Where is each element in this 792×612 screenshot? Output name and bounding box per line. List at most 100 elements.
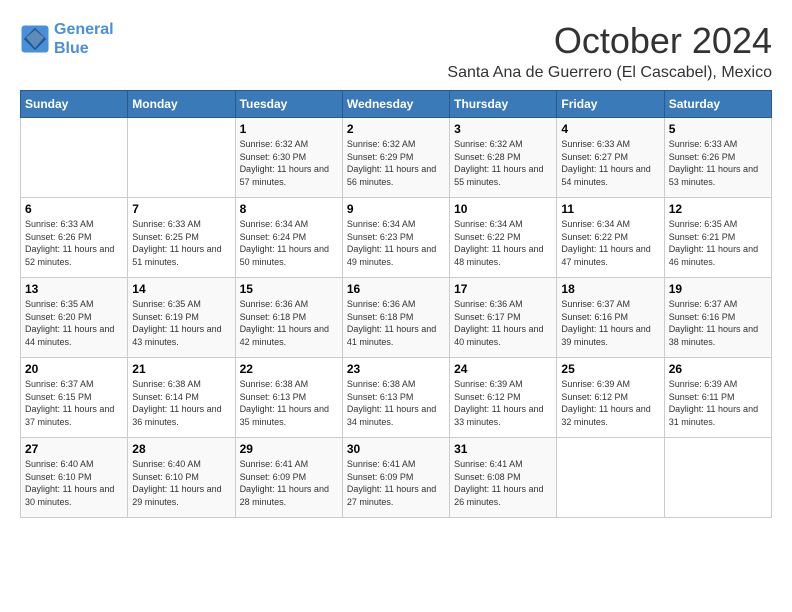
calendar-cell: 24 Sunrise: 6:39 AM Sunset: 6:12 PM Dayli… xyxy=(450,358,557,438)
day-number: 21 xyxy=(132,362,230,376)
day-info: Sunrise: 6:41 AM Sunset: 6:09 PM Dayligh… xyxy=(240,458,338,508)
day-number: 14 xyxy=(132,282,230,296)
day-number: 7 xyxy=(132,202,230,216)
logo-icon xyxy=(20,24,50,54)
calendar-cell xyxy=(557,438,664,518)
calendar-cell: 17 Sunrise: 6:36 AM Sunset: 6:17 PM Dayli… xyxy=(450,278,557,358)
day-info: Sunrise: 6:32 AM Sunset: 6:30 PM Dayligh… xyxy=(240,138,338,188)
calendar-cell: 21 Sunrise: 6:38 AM Sunset: 6:14 PM Dayli… xyxy=(128,358,235,438)
day-number: 30 xyxy=(347,442,445,456)
location-title: Santa Ana de Guerrero (El Cascabel), Mex… xyxy=(447,64,772,82)
day-number: 24 xyxy=(454,362,552,376)
day-number: 27 xyxy=(25,442,123,456)
calendar-cell: 22 Sunrise: 6:38 AM Sunset: 6:13 PM Dayli… xyxy=(235,358,342,438)
calendar-table: SundayMondayTuesdayWednesdayThursdayFrid… xyxy=(20,90,772,518)
day-info: Sunrise: 6:33 AM Sunset: 6:25 PM Dayligh… xyxy=(132,218,230,268)
day-number: 22 xyxy=(240,362,338,376)
day-info: Sunrise: 6:40 AM Sunset: 6:10 PM Dayligh… xyxy=(25,458,123,508)
day-info: Sunrise: 6:41 AM Sunset: 6:08 PM Dayligh… xyxy=(454,458,552,508)
calendar-week-4: 20 Sunrise: 6:37 AM Sunset: 6:15 PM Dayli… xyxy=(21,358,772,438)
day-number: 1 xyxy=(240,122,338,136)
calendar-week-5: 27 Sunrise: 6:40 AM Sunset: 6:10 PM Dayli… xyxy=(21,438,772,518)
day-info: Sunrise: 6:33 AM Sunset: 6:26 PM Dayligh… xyxy=(25,218,123,268)
calendar-cell: 10 Sunrise: 6:34 AM Sunset: 6:22 PM Dayli… xyxy=(450,198,557,278)
calendar-cell xyxy=(128,118,235,198)
header-day-monday: Monday xyxy=(128,91,235,118)
calendar-cell: 14 Sunrise: 6:35 AM Sunset: 6:19 PM Dayli… xyxy=(128,278,235,358)
logo: General Blue xyxy=(20,20,114,58)
calendar-cell: 11Sunrise: 6:34 AM Sunset: 6:22 PM Dayli… xyxy=(557,198,664,278)
calendar-week-3: 13Sunrise: 6:35 AM Sunset: 6:20 PM Dayli… xyxy=(21,278,772,358)
day-number: 10 xyxy=(454,202,552,216)
calendar-cell: 29 Sunrise: 6:41 AM Sunset: 6:09 PM Dayli… xyxy=(235,438,342,518)
day-number: 29 xyxy=(240,442,338,456)
day-number: 19 xyxy=(669,282,767,296)
title-section: October 2024 Santa Ana de Guerrero (El C… xyxy=(447,20,772,82)
day-info: Sunrise: 6:41 AM Sunset: 6:09 PM Dayligh… xyxy=(347,458,445,508)
calendar-cell: 23Sunrise: 6:38 AM Sunset: 6:13 PM Dayli… xyxy=(342,358,449,438)
day-info: Sunrise: 6:37 AM Sunset: 6:16 PM Dayligh… xyxy=(669,298,767,348)
day-number: 20 xyxy=(25,362,123,376)
calendar-cell: 5 Sunrise: 6:33 AM Sunset: 6:26 PM Daylig… xyxy=(664,118,771,198)
day-info: Sunrise: 6:40 AM Sunset: 6:10 PM Dayligh… xyxy=(132,458,230,508)
calendar-cell: 13Sunrise: 6:35 AM Sunset: 6:20 PM Dayli… xyxy=(21,278,128,358)
calendar-cell: 7 Sunrise: 6:33 AM Sunset: 6:25 PM Daylig… xyxy=(128,198,235,278)
calendar-cell: 31Sunrise: 6:41 AM Sunset: 6:08 PM Dayli… xyxy=(450,438,557,518)
day-info: Sunrise: 6:36 AM Sunset: 6:17 PM Dayligh… xyxy=(454,298,552,348)
header-day-thursday: Thursday xyxy=(450,91,557,118)
day-number: 5 xyxy=(669,122,767,136)
day-info: Sunrise: 6:37 AM Sunset: 6:15 PM Dayligh… xyxy=(25,378,123,428)
calendar-week-2: 6 Sunrise: 6:33 AM Sunset: 6:26 PM Daylig… xyxy=(21,198,772,278)
logo-text: General Blue xyxy=(54,20,114,58)
day-info: Sunrise: 6:34 AM Sunset: 6:22 PM Dayligh… xyxy=(561,218,659,268)
calendar-cell: 9Sunrise: 6:34 AM Sunset: 6:23 PM Daylig… xyxy=(342,198,449,278)
day-number: 9 xyxy=(347,202,445,216)
day-number: 15 xyxy=(240,282,338,296)
calendar-cell: 27 Sunrise: 6:40 AM Sunset: 6:10 PM Dayli… xyxy=(21,438,128,518)
header-day-wednesday: Wednesday xyxy=(342,91,449,118)
day-number: 8 xyxy=(240,202,338,216)
day-number: 4 xyxy=(561,122,659,136)
day-number: 6 xyxy=(25,202,123,216)
day-info: Sunrise: 6:38 AM Sunset: 6:13 PM Dayligh… xyxy=(240,378,338,428)
calendar-cell: 1 Sunrise: 6:32 AM Sunset: 6:30 PM Daylig… xyxy=(235,118,342,198)
calendar-cell: 16Sunrise: 6:36 AM Sunset: 6:18 PM Dayli… xyxy=(342,278,449,358)
day-number: 17 xyxy=(454,282,552,296)
day-info: Sunrise: 6:38 AM Sunset: 6:14 PM Dayligh… xyxy=(132,378,230,428)
day-info: Sunrise: 6:35 AM Sunset: 6:19 PM Dayligh… xyxy=(132,298,230,348)
header-day-tuesday: Tuesday xyxy=(235,91,342,118)
calendar-header-row: SundayMondayTuesdayWednesdayThursdayFrid… xyxy=(21,91,772,118)
day-info: Sunrise: 6:35 AM Sunset: 6:20 PM Dayligh… xyxy=(25,298,123,348)
calendar-cell: 26 Sunrise: 6:39 AM Sunset: 6:11 PM Dayli… xyxy=(664,358,771,438)
day-info: Sunrise: 6:39 AM Sunset: 6:12 PM Dayligh… xyxy=(561,378,659,428)
header-day-friday: Friday xyxy=(557,91,664,118)
calendar-cell xyxy=(664,438,771,518)
day-info: Sunrise: 6:33 AM Sunset: 6:26 PM Dayligh… xyxy=(669,138,767,188)
calendar-cell: 6 Sunrise: 6:33 AM Sunset: 6:26 PM Daylig… xyxy=(21,198,128,278)
calendar-cell: 28 Sunrise: 6:40 AM Sunset: 6:10 PM Dayli… xyxy=(128,438,235,518)
header-day-sunday: Sunday xyxy=(21,91,128,118)
day-number: 3 xyxy=(454,122,552,136)
day-info: Sunrise: 6:34 AM Sunset: 6:24 PM Dayligh… xyxy=(240,218,338,268)
calendar-cell: 20 Sunrise: 6:37 AM Sunset: 6:15 PM Dayli… xyxy=(21,358,128,438)
calendar-cell: 2Sunrise: 6:32 AM Sunset: 6:29 PM Daylig… xyxy=(342,118,449,198)
day-info: Sunrise: 6:39 AM Sunset: 6:11 PM Dayligh… xyxy=(669,378,767,428)
calendar-cell: 18Sunrise: 6:37 AM Sunset: 6:16 PM Dayli… xyxy=(557,278,664,358)
day-info: Sunrise: 6:39 AM Sunset: 6:12 PM Dayligh… xyxy=(454,378,552,428)
day-number: 2 xyxy=(347,122,445,136)
day-number: 26 xyxy=(669,362,767,376)
day-number: 23 xyxy=(347,362,445,376)
calendar-cell: 8 Sunrise: 6:34 AM Sunset: 6:24 PM Daylig… xyxy=(235,198,342,278)
day-info: Sunrise: 6:33 AM Sunset: 6:27 PM Dayligh… xyxy=(561,138,659,188)
day-number: 18 xyxy=(561,282,659,296)
calendar-cell: 4 Sunrise: 6:33 AM Sunset: 6:27 PM Daylig… xyxy=(557,118,664,198)
calendar-cell: 30 Sunrise: 6:41 AM Sunset: 6:09 PM Dayli… xyxy=(342,438,449,518)
day-info: Sunrise: 6:36 AM Sunset: 6:18 PM Dayligh… xyxy=(347,298,445,348)
calendar-week-1: 1 Sunrise: 6:32 AM Sunset: 6:30 PM Daylig… xyxy=(21,118,772,198)
day-info: Sunrise: 6:34 AM Sunset: 6:22 PM Dayligh… xyxy=(454,218,552,268)
day-number: 28 xyxy=(132,442,230,456)
header-day-saturday: Saturday xyxy=(664,91,771,118)
calendar-cell xyxy=(21,118,128,198)
day-number: 12 xyxy=(669,202,767,216)
calendar-cell: 3Sunrise: 6:32 AM Sunset: 6:28 PM Daylig… xyxy=(450,118,557,198)
